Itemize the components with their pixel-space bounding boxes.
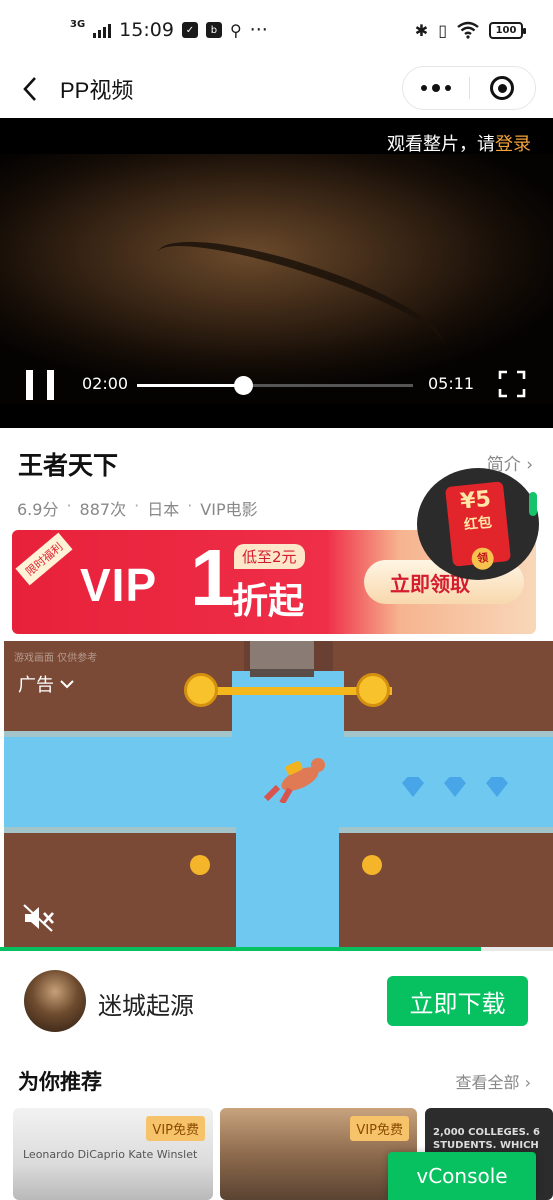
meta-views: 887次	[79, 500, 127, 519]
mute-icon[interactable]	[22, 903, 56, 933]
ad-coin	[362, 855, 382, 875]
app-download-row: 迷城起源 立即下载	[0, 952, 553, 1052]
back-button[interactable]	[0, 60, 60, 118]
nav-bar: PP视频	[0, 60, 553, 118]
app-notification-icon: b	[205, 22, 222, 38]
movie-meta: 6.9分 · 887次 · 日本 · VIP电影	[17, 496, 258, 519]
status-left: 3G 15:09 ✓ b ⚲ ···	[70, 18, 268, 42]
ad-pin-knob	[184, 673, 218, 707]
video-player[interactable]: 观看整片，请登录 02:00 05:11	[0, 118, 553, 428]
target-icon	[490, 76, 515, 100]
chevron-right-icon: ›	[526, 455, 533, 475]
login-tip: 观看整片，请登录	[387, 130, 531, 156]
login-tip-text: 观看整片，请	[387, 134, 495, 155]
ad-watermark: 游戏画面 仅供参考	[14, 653, 98, 664]
status-bar: 3G 15:09 ✓ b ⚲ ··· ✱ ▯ 100	[0, 0, 553, 60]
recommend-title: 为你推荐	[18, 1070, 102, 1094]
ad-water	[232, 671, 344, 951]
app-name: 迷城起源	[98, 992, 194, 1020]
red-packet-seal: 领	[470, 546, 495, 571]
close-mini-program-button[interactable]	[470, 67, 536, 109]
ad-label-dropdown[interactable]: 广告	[18, 671, 74, 697]
chevron-right-icon: ›	[524, 1073, 531, 1092]
bluetooth-icon: ✱	[414, 20, 429, 40]
wifi-icon	[457, 21, 479, 39]
movie-title: 王者天下	[18, 451, 119, 480]
card-poster-text: Leonardo DiCaprio Kate Winslet	[23, 1148, 198, 1161]
view-all-link[interactable]: 查看全部 ›	[455, 1069, 531, 1093]
fullscreen-icon[interactable]	[498, 370, 526, 398]
vip-corner-tag: 限时福利	[15, 532, 73, 586]
progress-fill	[137, 384, 244, 387]
vip-text: VIP	[80, 559, 158, 611]
vip-number: 1	[190, 533, 235, 622]
ad-pin-knob	[356, 673, 390, 707]
progress-knob[interactable]	[234, 376, 254, 395]
pause-button[interactable]	[26, 370, 54, 400]
game-ad[interactable]: 游戏画面 仅供参考 广告	[4, 641, 553, 951]
status-right: ✱ ▯ 100	[414, 20, 526, 40]
meta-region: 日本	[147, 500, 180, 519]
ad-coin	[190, 855, 210, 875]
status-time: 15:09	[119, 19, 174, 41]
meta-score: 6.9分	[17, 500, 59, 519]
mini-program-capsule	[402, 66, 536, 110]
red-packet-icon: ¥5 红包 领	[444, 481, 512, 571]
signal-icon	[93, 22, 112, 38]
ad-dirt	[339, 827, 553, 951]
vconsole-button[interactable]: vConsole	[388, 1152, 536, 1200]
page-title: PP视频	[60, 78, 134, 103]
red-packet-float[interactable]: ¥5 红包 领	[417, 468, 539, 580]
total-time: 05:11	[428, 374, 475, 393]
player-controls: 02:00 05:11	[0, 364, 553, 404]
usb-icon: ⚲	[229, 20, 242, 40]
app-avatar	[24, 970, 86, 1032]
vibrate-icon: ▯	[438, 20, 447, 40]
meta-category: VIP电影	[200, 500, 258, 519]
network-type: 3G	[70, 18, 86, 30]
download-button[interactable]: 立即下载	[387, 976, 528, 1026]
ad-label-text: 广告	[18, 675, 54, 696]
ad-progress-bar	[0, 947, 553, 951]
vip-low-tag: 低至2元	[234, 544, 305, 569]
vip-free-tag: VIP免费	[146, 1116, 205, 1141]
ad-pipe	[250, 641, 314, 677]
login-link[interactable]: 登录	[495, 134, 531, 155]
progress-bar[interactable]	[137, 376, 413, 395]
current-time: 02:00	[82, 374, 129, 393]
more-notifications-icon: ···	[249, 19, 268, 41]
chevron-down-icon	[60, 680, 74, 689]
more-menu-button[interactable]	[403, 67, 469, 109]
check-notification-icon: ✓	[181, 22, 198, 38]
recommend-card[interactable]: VIP免费 Leonardo DiCaprio Kate Winslet	[13, 1108, 213, 1200]
pause-icon	[26, 370, 33, 400]
view-all-label: 查看全部	[455, 1073, 520, 1092]
vip-free-tag: VIP免费	[350, 1116, 409, 1141]
battery-icon: 100	[489, 21, 526, 39]
vip-discount: 折起	[232, 581, 305, 622]
chevron-left-icon	[23, 77, 36, 101]
green-edge	[529, 492, 537, 516]
diver-character	[263, 758, 325, 803]
